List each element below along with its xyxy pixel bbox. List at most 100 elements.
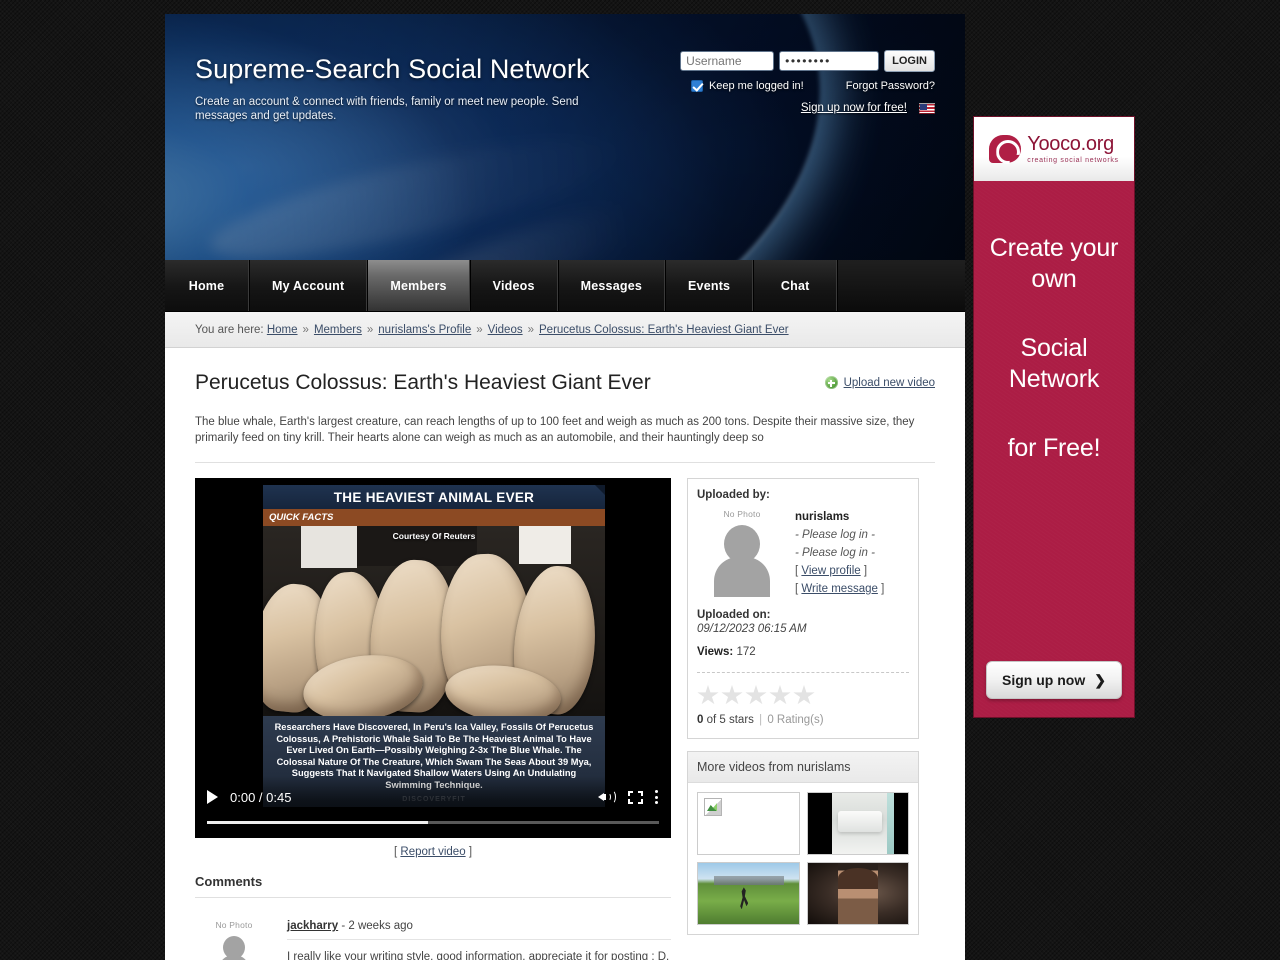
comment-text: I really like your writing style, good i… bbox=[287, 949, 671, 960]
rating-star-1[interactable] bbox=[697, 685, 719, 705]
site-tagline: Create an account & connect with friends… bbox=[195, 96, 579, 122]
rating-stars[interactable] bbox=[697, 685, 909, 706]
nav-item-events[interactable]: Events bbox=[665, 260, 754, 311]
forgot-password-link[interactable]: Forgot Password? bbox=[846, 80, 935, 92]
ad-signup-button[interactable]: Sign up now ❯ bbox=[986, 661, 1122, 699]
thumb-broken-image[interactable] bbox=[697, 792, 800, 855]
views-value: 172 bbox=[736, 646, 756, 658]
nav-item-members[interactable]: Members bbox=[367, 260, 470, 311]
nav-filler bbox=[837, 260, 965, 311]
comment-item: No Photo jackharry - 2 weeks ago I reall… bbox=[195, 898, 671, 960]
volume-button[interactable] bbox=[598, 789, 616, 805]
fullscreen-icon bbox=[628, 790, 643, 804]
uploader-info: nurislams - Please log in - - Please log… bbox=[795, 509, 909, 595]
breadcrumb-item-profile[interactable]: nurislams's Profile bbox=[378, 324, 471, 336]
write-message-row: [ Write message ] bbox=[795, 583, 909, 595]
thumb-portrait-face[interactable] bbox=[806, 862, 909, 925]
breadcrumb-item-videos[interactable]: Videos bbox=[488, 324, 523, 336]
ad-line-2: Social Network bbox=[1008, 334, 1100, 393]
play-button[interactable] bbox=[207, 790, 218, 804]
comment-timestamp: - 2 weeks ago bbox=[341, 920, 413, 932]
rating-star-4[interactable] bbox=[769, 685, 791, 705]
view-profile-link[interactable]: View profile bbox=[801, 565, 860, 577]
play-icon bbox=[207, 790, 218, 804]
main-content: Perucetus Colossus: Earth's Heaviest Gia… bbox=[165, 348, 965, 960]
rating-score: 0 bbox=[697, 714, 704, 726]
breadcrumb-separator: » bbox=[527, 323, 535, 336]
chevron-right-icon: ❯ bbox=[1094, 671, 1106, 688]
comment-body-text: I really like your writing style, good i… bbox=[287, 951, 670, 960]
breadcrumb-item-home[interactable]: Home bbox=[267, 324, 298, 336]
page-title: Perucetus Colossus: Earth's Heaviest Gia… bbox=[195, 371, 651, 394]
nav-item-chat[interactable]: Chat bbox=[753, 260, 838, 311]
breadcrumb: You are here: Home » Members » nurislams… bbox=[165, 312, 965, 348]
more-videos-grid bbox=[688, 783, 918, 934]
uploaded-by-panel: Uploaded by: No Photo nurislams - Please bbox=[687, 478, 919, 739]
rating-star-2[interactable] bbox=[721, 685, 743, 705]
breadcrumb-separator: » bbox=[476, 323, 483, 336]
breadcrumb-separator: » bbox=[366, 323, 374, 336]
write-message-link[interactable]: Write message bbox=[801, 583, 877, 595]
no-photo-label: No Photo bbox=[723, 509, 761, 519]
uploader-field-2: - Please log in - bbox=[795, 547, 875, 559]
uploaded-on-label: Uploaded on: bbox=[697, 609, 771, 621]
rating-summary: 0 of 5 stars | 0 Rating(s) bbox=[697, 714, 909, 726]
main-navigation: Home My Account Members Videos Messages … bbox=[165, 260, 965, 312]
progress-bar[interactable] bbox=[207, 821, 659, 824]
bracket-open: [ bbox=[795, 565, 799, 577]
rating-count: 0 Rating(s) bbox=[767, 714, 824, 726]
bracket-open: [ bbox=[795, 583, 799, 595]
thumb-field-runner[interactable] bbox=[697, 862, 800, 925]
report-video-link[interactable]: Report video bbox=[400, 846, 465, 858]
uploaded-on-value: 09/12/2023 06:15 AM bbox=[697, 623, 807, 635]
more-videos-panel: More videos from nurislams bbox=[687, 751, 919, 935]
video-frame: THE HEAVIEST ANIMAL EVER QUICK FACTS Cou… bbox=[263, 485, 605, 807]
bracket-close: ] bbox=[863, 565, 868, 577]
breadcrumb-item-members[interactable]: Members bbox=[314, 324, 362, 336]
view-profile-row: [ View profile ] bbox=[795, 565, 909, 577]
uploader-row: No Photo nurislams - Please log in - - P… bbox=[697, 509, 909, 597]
ad-body: Create your own Social Network for Free!… bbox=[974, 181, 1134, 717]
upload-new-video-button[interactable]: Upload new video bbox=[824, 370, 935, 389]
nav-item-messages[interactable]: Messages bbox=[557, 260, 666, 311]
volume-icon bbox=[598, 789, 616, 805]
rating-star-3[interactable] bbox=[745, 685, 767, 705]
uploader-username: nurislams bbox=[795, 511, 850, 523]
username-input[interactable] bbox=[680, 51, 775, 71]
rating-star-5[interactable] bbox=[793, 685, 815, 705]
site-title: Supreme-Search Social Network bbox=[195, 54, 590, 84]
rating-of-label: of 5 stars bbox=[706, 714, 754, 726]
ad-banner-yooco[interactable]: Yooco.org creating social networks Creat… bbox=[973, 116, 1135, 718]
keep-logged-in-checkbox[interactable] bbox=[690, 80, 703, 92]
more-options-button[interactable] bbox=[655, 790, 659, 804]
avatar-silhouette-icon bbox=[219, 936, 249, 960]
video-description: The blue whale, Earth's largest creature… bbox=[195, 414, 935, 463]
video-overlay-credit: Courtesy Of Reuters bbox=[392, 531, 476, 541]
views-label: Views: bbox=[697, 646, 734, 658]
ad-logo-textwrap: Yooco.org creating social networks bbox=[1027, 134, 1119, 164]
breadcrumb-item-current[interactable]: Perucetus Colossus: Earth's Heaviest Gia… bbox=[539, 324, 789, 336]
more-options-icon bbox=[655, 790, 659, 804]
uploaded-by-body: Uploaded by: No Photo nurislams - Please bbox=[688, 479, 918, 738]
login-button[interactable]: LOGIN bbox=[884, 50, 935, 72]
ad-line-3: for Free! bbox=[1007, 434, 1101, 462]
nav-item-my-account[interactable]: My Account bbox=[249, 260, 368, 311]
fullscreen-button[interactable] bbox=[628, 790, 643, 804]
nav-item-videos[interactable]: Videos bbox=[469, 260, 558, 311]
video-player[interactable]: THE HEAVIEST ANIMAL EVER QUICK FACTS Cou… bbox=[195, 478, 671, 838]
time-display: 0:00 / 0:45 bbox=[230, 789, 292, 805]
uploader-avatar[interactable]: No Photo bbox=[697, 509, 787, 597]
password-input[interactable] bbox=[779, 51, 880, 71]
player-control-row: 0:00 / 0:45 bbox=[195, 784, 671, 810]
right-column: Uploaded by: No Photo nurislams - Please bbox=[687, 478, 919, 935]
views-row: Views: 172 bbox=[697, 646, 909, 658]
bracket-open: [ bbox=[393, 846, 398, 858]
comment-author-link[interactable]: jackharry bbox=[287, 920, 338, 932]
uploaded-by-heading: Uploaded by: bbox=[697, 489, 770, 501]
keep-logged-in-row: Keep me logged in! Forgot Password? bbox=[680, 80, 935, 92]
nav-item-home[interactable]: Home bbox=[165, 260, 249, 311]
thumb-bathroom[interactable] bbox=[806, 792, 909, 855]
breadcrumb-separator: » bbox=[302, 323, 309, 336]
signup-link[interactable]: Sign up now for free! bbox=[801, 102, 907, 114]
us-flag-icon[interactable] bbox=[919, 102, 935, 114]
